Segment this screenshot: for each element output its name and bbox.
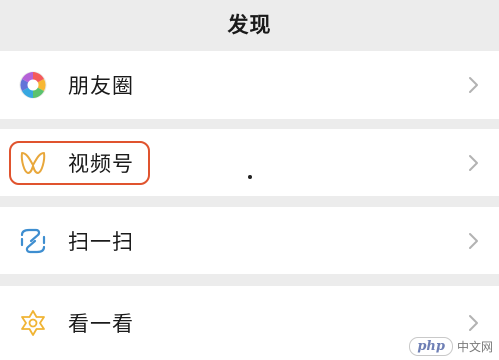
cursor-dot [248,175,252,179]
list-item-scan[interactable]: 扫一扫 [0,207,499,274]
watermark-text: 中文网 [456,340,493,354]
watermark-logo: php [409,337,453,356]
page-title: 发现 [227,13,272,37]
moments-icon [16,68,50,102]
moments-label: 朋友圈 [68,74,134,98]
top-stories-icon [16,306,50,340]
top-stories-label: 看一看 [68,312,134,336]
chevron-right-icon [469,77,478,93]
highlight-box [9,141,150,185]
page-header: 发现 [0,0,499,48]
chevron-right-icon [469,232,478,249]
list-item-moments[interactable]: 朋友圈 [0,51,499,119]
scan-icon [16,224,50,258]
chevron-right-icon [469,154,478,171]
scan-label: 扫一扫 [68,229,134,254]
chevron-right-icon [469,315,478,331]
watermark: php 中文网 [409,337,493,356]
